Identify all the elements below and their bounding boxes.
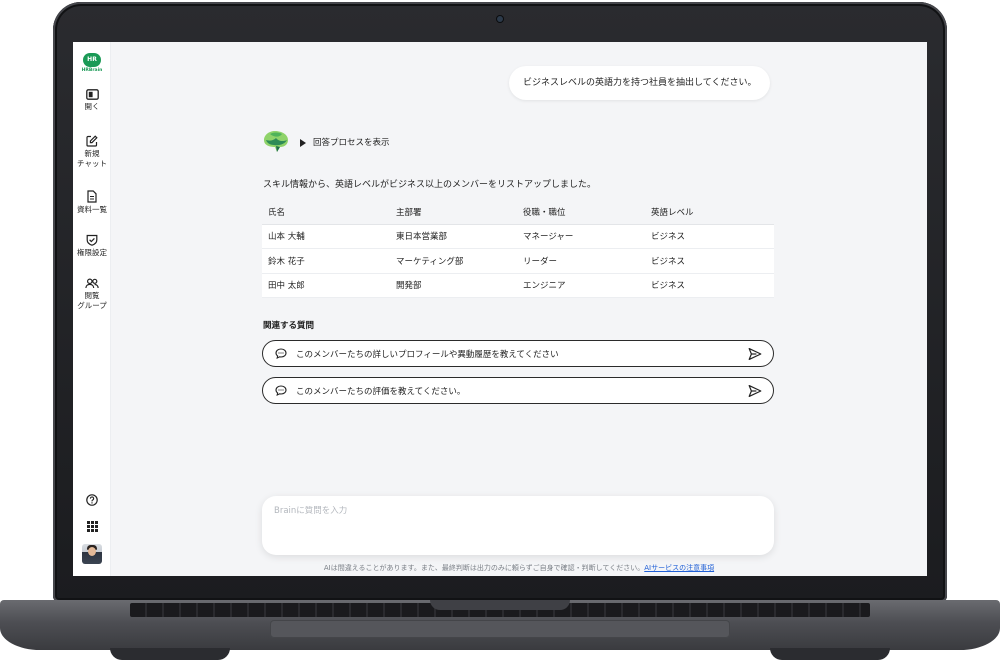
related-question-button[interactable]: このメンバーたちの詳しいプロフィールや異動履歴を教えてください: [262, 340, 774, 367]
document-icon: [87, 190, 97, 203]
cell-english-level: ビジネス: [651, 256, 686, 267]
results-table: 氏名 主部署 役職・職位 英語レベル 山本 大輔 東日本営業部 マネージャー ビ…: [262, 200, 774, 298]
shield-check-icon: [86, 234, 98, 246]
cell-position: エンジニア: [523, 281, 566, 292]
sidebar-item-open[interactable]: 開く: [73, 89, 111, 112]
edit-icon: [86, 135, 98, 147]
related-question-text: このメンバーたちの詳しいプロフィールや異動履歴を教えてください: [296, 349, 559, 360]
help-button[interactable]: [73, 494, 111, 506]
apps-button[interactable]: [73, 521, 111, 532]
users-icon: [85, 278, 99, 289]
sidebar-item-new-chat[interactable]: 新規 チャット: [73, 135, 111, 169]
cell-name: 鈴木 花子: [268, 256, 305, 267]
cell-english-level: ビジネス: [651, 232, 686, 243]
brain-ai-icon: [264, 131, 288, 152]
table-row: 田中 太郎 開発部 エンジニア ビジネス: [262, 273, 774, 298]
cell-department: マーケティング部: [396, 256, 464, 267]
cell-department: 開発部: [396, 281, 422, 292]
avatar[interactable]: [82, 544, 102, 564]
avatar-face: [88, 547, 96, 556]
ai-notice-link[interactable]: AIサービスの注意事項: [644, 564, 714, 572]
header-name: 氏名: [268, 207, 286, 218]
chat-bubble-icon: [275, 385, 287, 396]
sidebar-item-documents[interactable]: 資料一覧: [73, 190, 111, 215]
sidebar-label-open: 開く: [84, 102, 100, 111]
sidebar-label-group: グループ: [77, 301, 107, 310]
cell-position: リーダー: [523, 256, 558, 267]
related-question-text: このメンバーたちの評価を教えてください。: [296, 386, 466, 397]
cell-name: 田中 太郎: [268, 281, 305, 292]
table-header: 氏名 主部署 役職・職位 英語レベル: [262, 200, 774, 225]
ai-disclaimer: AIは間違えることがあります。また、最終判断は出力のみに頼らずご自身で確認・判断…: [73, 563, 927, 573]
chat-input-box[interactable]: [262, 496, 774, 555]
cell-name: 山本 大輔: [268, 232, 305, 243]
cell-position: マネージャー: [523, 232, 574, 243]
chat-input[interactable]: [274, 506, 754, 516]
cell-department: 東日本営業部: [396, 232, 448, 243]
header-department: 主部署: [396, 207, 422, 218]
sidebar-label-view: 閲覧: [84, 291, 100, 300]
laptop-foot-right: [770, 648, 890, 660]
sidebar-item-permissions[interactable]: 権限設定: [73, 234, 111, 258]
show-process-label: 回答プロセスを表示: [313, 138, 390, 148]
table-row: 鈴木 花子 マーケティング部 リーダー ビジネス: [262, 249, 774, 274]
brand-logo[interactable]: HR HRBrain: [81, 53, 103, 73]
related-questions-title: 関連する質問: [263, 321, 315, 331]
user-message: ビジネスレベルの英語力を持つ社員を抽出してください。: [509, 66, 771, 100]
sidebar: HR HRBrain 開く 新規 チャット 資料一覧 権限設定 閲覧 グループ: [73, 42, 111, 576]
header-position: 役職・職位: [523, 207, 566, 218]
panel-icon: [85, 89, 99, 100]
laptop-foot-left: [110, 648, 230, 660]
show-process-toggle[interactable]: 回答プロセスを表示: [300, 136, 390, 148]
cell-english-level: ビジネス: [651, 281, 686, 292]
expand-triangle-icon: [300, 138, 306, 147]
chat-bubble-icon: [275, 348, 287, 359]
sidebar-label-new: 新規: [84, 149, 100, 158]
help-icon: [86, 494, 98, 506]
logo-badge: HR: [83, 53, 101, 67]
send-icon[interactable]: [748, 347, 762, 361]
camera: [497, 16, 503, 22]
table-row: 山本 大輔 東日本営業部 マネージャー ビジネス: [262, 224, 774, 249]
logo-text: HRBrain: [81, 68, 103, 73]
sidebar-label-documents: 資料一覧: [77, 205, 107, 214]
sidebar-label-permissions: 権限設定: [77, 248, 107, 257]
apps-grid-icon: [86, 521, 98, 532]
send-icon[interactable]: [748, 384, 762, 398]
app-screen: HR HRBrain 開く 新規 チャット 資料一覧 権限設定 閲覧 グループ: [73, 42, 927, 576]
answer-intro: スキル情報から、英語レベルがビジネス以上のメンバーをリストアップしました。: [263, 180, 597, 190]
sidebar-label-chat: チャット: [77, 159, 107, 168]
disclaimer-text: AIは間違えることがあります。また、最終判断は出力のみに頼らずご自身で確認・判断…: [323, 564, 645, 572]
header-english-level: 英語レベル: [651, 207, 694, 218]
lid-notch: [430, 600, 570, 610]
related-question-button[interactable]: このメンバーたちの評価を教えてください。: [262, 377, 774, 404]
sidebar-item-view-groups[interactable]: 閲覧 グループ: [73, 278, 111, 311]
trackpad: [270, 620, 730, 638]
